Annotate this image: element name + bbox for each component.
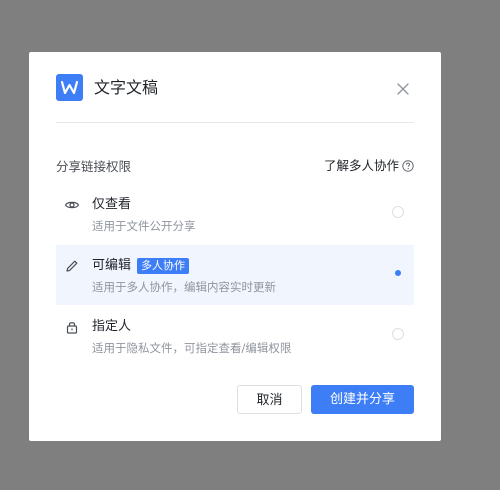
close-icon[interactable] [396, 81, 410, 95]
create-and-share-button[interactable]: 创建并分享 [311, 385, 414, 414]
radio-can-edit[interactable] [392, 267, 404, 279]
option-title-text: 指定人 [92, 319, 132, 334]
lock-icon [66, 322, 78, 334]
option-can-edit[interactable]: 可编辑 多人协作 适用于多人协作，编辑内容实时更新 [56, 245, 414, 305]
writer-app-icon [56, 74, 83, 101]
share-permission-label: 分享链接权限 [56, 159, 132, 174]
eye-icon [64, 201, 80, 209]
dialog-header: 文字文稿 [56, 74, 414, 123]
option-specific-people[interactable]: 指定人 适用于隐私文件，可指定查看/编辑权限 [56, 306, 414, 366]
option-description: 适用于隐私文件，可指定查看/编辑权限 [92, 341, 292, 355]
option-description: 适用于多人协作，编辑内容实时更新 [92, 280, 276, 294]
radio-specific-people[interactable] [392, 328, 404, 340]
cancel-button[interactable]: 取消 [237, 385, 302, 414]
option-title: 指定人 [92, 318, 131, 336]
help-icon[interactable] [402, 160, 414, 172]
learn-collaboration-link[interactable]: 了解多人协作 [324, 157, 414, 175]
option-title: 可编辑 多人协作 [92, 257, 190, 275]
option-title-text: 仅查看 [92, 197, 132, 212]
option-description: 适用于文件公开分享 [92, 219, 196, 233]
option-title: 仅查看 [92, 196, 131, 214]
option-view-only[interactable]: 仅查看 适用于文件公开分享 [56, 184, 414, 244]
option-title-text: 可编辑 [92, 258, 132, 273]
dialog-title: 文字文稿 [94, 78, 159, 97]
share-dialog: 文字文稿 分享链接权限 了解多人协作 仅查看 适用于文件公开分享 可编辑 多人协… [29, 52, 441, 441]
radio-view-only[interactable] [392, 206, 404, 218]
collaboration-badge: 多人协作 [137, 258, 190, 274]
learn-link-text[interactable]: 了解多人协作 [324, 157, 399, 175]
pencil-icon [66, 260, 78, 272]
